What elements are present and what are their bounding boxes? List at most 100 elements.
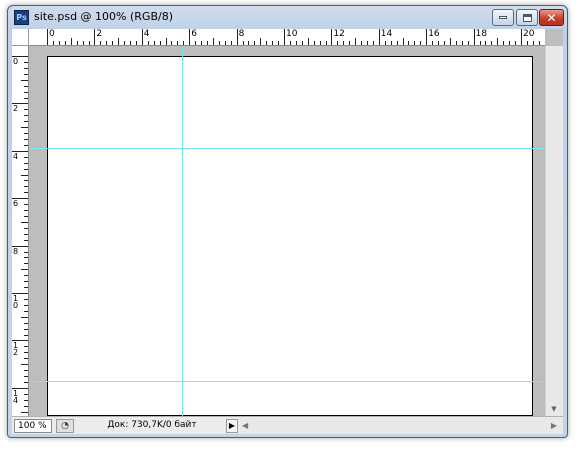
ruler-tick bbox=[24, 156, 28, 158]
ruler-tick bbox=[88, 41, 90, 45]
close-icon: ✕ bbox=[546, 10, 557, 25]
ruler-tick bbox=[337, 41, 339, 45]
ruler-tick bbox=[24, 115, 28, 117]
horizontal-guide[interactable] bbox=[29, 380, 545, 382]
ruler-tick bbox=[24, 192, 28, 194]
horizontal-scrollbar[interactable]: ◀ ▶ bbox=[240, 418, 563, 434]
ruler-tick bbox=[159, 41, 161, 45]
ruler-tick bbox=[473, 29, 475, 45]
ruler-origin-corner[interactable] bbox=[12, 29, 29, 46]
ruler-tick bbox=[21, 364, 28, 366]
ruler-tick bbox=[278, 41, 280, 45]
ruler-tick bbox=[94, 29, 96, 45]
scroll-down-arrow-icon[interactable]: ▼ bbox=[546, 402, 562, 416]
ruler-tick bbox=[141, 29, 143, 45]
ruler-tick bbox=[24, 85, 28, 87]
ruler-tick bbox=[272, 41, 274, 45]
maximize-icon bbox=[522, 13, 532, 22]
ruler-tick bbox=[307, 38, 309, 45]
vertical-guide[interactable] bbox=[182, 46, 184, 416]
ruler-label: 0 bbox=[13, 57, 19, 66]
ruler-tick bbox=[106, 41, 108, 45]
scroll-left-arrow-icon[interactable]: ◀ bbox=[242, 418, 248, 434]
ruler-tick bbox=[331, 29, 333, 45]
ruler-label: 14 bbox=[13, 388, 19, 405]
ruler-tick bbox=[24, 139, 28, 140]
ruler-tick bbox=[24, 204, 28, 206]
document-canvas[interactable] bbox=[47, 56, 533, 416]
ruler-tick bbox=[82, 41, 84, 45]
ruler-label: 2 bbox=[13, 104, 19, 114]
ruler-tick bbox=[295, 41, 297, 45]
ruler-tick bbox=[24, 227, 28, 229]
scroll-right-arrow-icon[interactable]: ▶ bbox=[551, 418, 557, 434]
title-bar[interactable]: Ps site.psd @ 100% (RGB/8) ✕ bbox=[8, 6, 567, 29]
ruler-tick bbox=[135, 41, 137, 45]
vertical-ruler[interactable]: 0 2 4 6 8 10 12 14 bbox=[12, 46, 29, 416]
ruler-label: 0 bbox=[49, 29, 55, 39]
ruler-label: 10 bbox=[13, 294, 19, 310]
ruler-tick bbox=[183, 41, 185, 45]
ruler-tick bbox=[313, 41, 315, 45]
ruler-tick bbox=[21, 411, 28, 413]
ruler-tick bbox=[485, 41, 487, 45]
ruler-tick bbox=[24, 328, 28, 330]
ruler-tick bbox=[24, 287, 28, 289]
minimize-button[interactable] bbox=[492, 9, 514, 26]
ruler-tick bbox=[24, 180, 28, 182]
ruler-tick bbox=[24, 263, 28, 265]
ruler-tick bbox=[21, 316, 28, 318]
ruler-tick bbox=[248, 41, 250, 45]
ruler-tick bbox=[24, 251, 28, 253]
horizontal-guide[interactable] bbox=[29, 148, 545, 150]
status-menu-arrow-button[interactable]: ▶ bbox=[226, 419, 238, 433]
ruler-tick bbox=[325, 41, 327, 45]
ruler-tick bbox=[260, 38, 262, 45]
ruler-tick bbox=[497, 38, 499, 45]
ruler-tick bbox=[432, 41, 434, 45]
ruler-tick bbox=[21, 174, 28, 176]
ruler-tick bbox=[24, 304, 28, 306]
maximize-button[interactable] bbox=[516, 9, 538, 26]
ruler-tick bbox=[24, 275, 28, 277]
vertical-scrollbar[interactable]: ▼ bbox=[545, 46, 563, 416]
ruler-tick bbox=[153, 41, 155, 45]
ruler-label: 6 bbox=[13, 199, 19, 209]
ruler-tick bbox=[420, 41, 422, 45]
canvas-area[interactable] bbox=[29, 46, 545, 416]
document-info: Док: 730,7K/0 байт bbox=[107, 420, 197, 430]
ruler-tick bbox=[24, 381, 28, 383]
ruler-tick bbox=[24, 257, 28, 259]
close-button[interactable]: ✕ bbox=[539, 9, 564, 26]
ruler-tick bbox=[21, 269, 28, 271]
status-view-icon[interactable]: ◔ bbox=[56, 419, 74, 433]
ruler-tick bbox=[24, 239, 28, 241]
ruler-tick bbox=[319, 41, 321, 45]
ruler-tick bbox=[455, 41, 457, 45]
ruler-tick bbox=[361, 41, 362, 45]
ruler-tick bbox=[21, 127, 28, 129]
ruler-tick bbox=[118, 38, 120, 45]
ruler-tick bbox=[24, 405, 28, 407]
ruler-tick bbox=[301, 41, 303, 45]
ruler-tick bbox=[467, 41, 469, 45]
ruler-tick bbox=[24, 73, 28, 75]
ruler-tick bbox=[201, 41, 202, 45]
ruler-tick bbox=[24, 109, 28, 111]
ruler-tick bbox=[366, 41, 368, 45]
ruler-tick bbox=[70, 38, 72, 45]
ruler-tick bbox=[230, 41, 232, 45]
ruler-tick bbox=[47, 29, 48, 45]
ruler-label: 8 bbox=[13, 246, 19, 256]
ruler-tick bbox=[242, 41, 244, 45]
ruler-tick bbox=[24, 310, 28, 312]
ruler-tick bbox=[124, 41, 125, 45]
ruler-tick bbox=[491, 41, 493, 45]
ruler-tick bbox=[24, 168, 28, 170]
ruler-tick bbox=[532, 41, 534, 45]
ruler-tick bbox=[438, 41, 440, 45]
horizontal-ruler[interactable]: 0 2 4 6 8 10 12 14 16 18 20 bbox=[29, 29, 545, 46]
ruler-tick bbox=[384, 41, 386, 45]
ruler-tick bbox=[58, 41, 60, 45]
zoom-field[interactable]: 100 % bbox=[14, 419, 52, 433]
